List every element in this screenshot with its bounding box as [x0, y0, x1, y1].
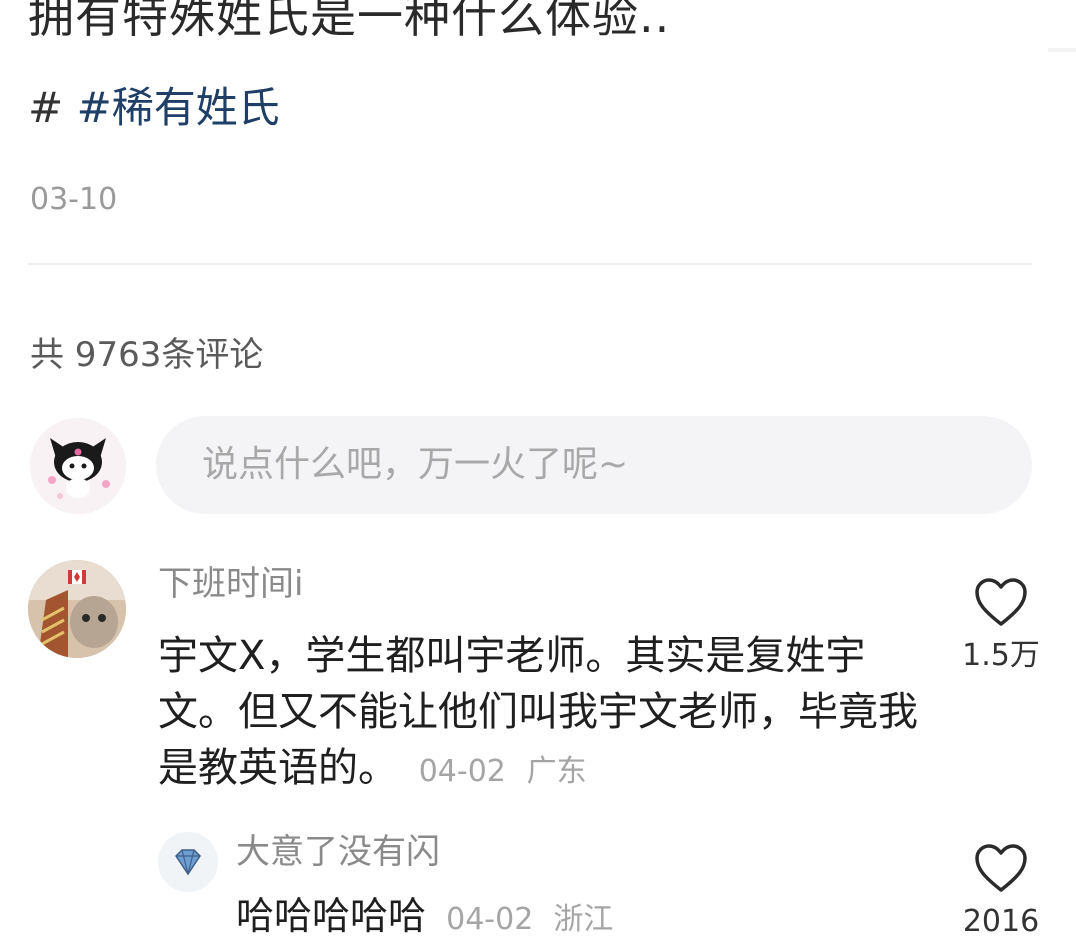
like-count: 1.5万	[962, 638, 1040, 673]
edge-mark	[1048, 48, 1076, 52]
reply-date: 04-02	[446, 902, 534, 937]
reply-like-button[interactable]: 2016	[946, 842, 1056, 942]
reply-location: 浙江	[553, 902, 614, 937]
comment-text: 宇文X，学生都叫宇老师。其实是复姓宇文。但又不能让他们叫我宇文老师，毕竟我是教英…	[158, 628, 918, 800]
comment-input[interactable]: 说点什么吧，万一火了呢~	[156, 416, 1032, 514]
heart-icon	[975, 578, 1027, 626]
my-avatar[interactable]	[30, 418, 126, 514]
post-title: 拥有特殊姓氏是一种什么体验..	[28, 0, 671, 43]
divider	[28, 263, 1032, 265]
comment-username[interactable]: 下班时间i	[158, 562, 303, 606]
avatar[interactable]	[28, 560, 126, 658]
comment-count: 共 9763条评论	[30, 335, 264, 375]
like-button[interactable]: 1.5万	[946, 576, 1056, 676]
comment-date: 04-02	[418, 754, 506, 789]
post-date: 03-10	[30, 182, 118, 217]
reply-text: 哈哈哈哈哈 04-02 浙江	[236, 890, 613, 946]
hashtag-row: # #稀有姓氏	[28, 80, 280, 136]
reply-username[interactable]: 大意了没有闪	[236, 830, 440, 874]
reply-like-count: 2016	[962, 904, 1040, 939]
reply-avatar[interactable]	[158, 832, 218, 892]
reply-body: 哈哈哈哈哈	[236, 894, 427, 938]
comment-location: 广东	[526, 754, 587, 789]
hashtag-prefix: #	[28, 83, 64, 132]
heart-icon	[975, 844, 1027, 892]
hashtag-link[interactable]: #稀有姓氏	[77, 83, 280, 132]
